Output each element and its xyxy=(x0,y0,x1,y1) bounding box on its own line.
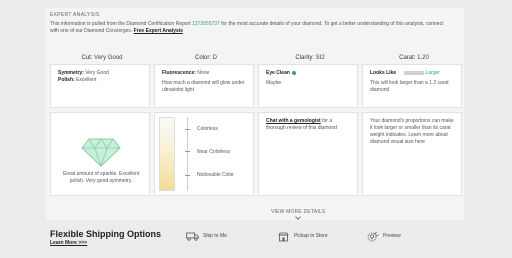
learn-more-link[interactable]: Learn More >>> xyxy=(50,240,87,246)
eye-clean-row: Eye Clean xyxy=(266,70,350,77)
cut-heading: Cut: Very Good xyxy=(50,55,154,61)
colorless-label: Colorless xyxy=(197,126,218,132)
cut-visual-caption: Great amount of sparkle. Excellent polis… xyxy=(62,171,140,184)
looks-like-description: This will look larger than a 1.2 carat d… xyxy=(370,80,449,93)
polish-label: Polish: xyxy=(58,77,75,83)
chevron-down-icon[interactable] xyxy=(295,214,301,220)
report-number-link[interactable]: 1373055737 xyxy=(192,21,220,27)
carat-details-card: Looks Like Larger This will look larger … xyxy=(362,64,462,108)
color-details-card: Fluorescence: None How much a diamond wi… xyxy=(154,64,254,108)
fluorescence-description: How much a diamond will glow under ultra… xyxy=(162,80,245,93)
polish-value: Excellent xyxy=(76,77,97,83)
info-icon[interactable] xyxy=(292,70,297,75)
carat-value: 1.20 xyxy=(417,55,429,61)
near-colorless-label: Near Colorless xyxy=(197,149,231,155)
looks-like-row: Looks Like Larger xyxy=(370,70,454,77)
free-expert-analysis-link[interactable]: Free Expert Analysis xyxy=(134,28,183,34)
section-title: EXPERT ANALYSIS xyxy=(50,12,100,18)
color-gradient-bar xyxy=(159,117,175,191)
clarity-details-card: Eye Clean Maybe. xyxy=(258,64,358,108)
color-label: Color: xyxy=(194,55,211,61)
eye-clean-value: Maybe. xyxy=(266,80,283,86)
clarity-heading: Clarity: SI2 xyxy=(258,55,362,61)
pickup-in-store-option[interactable]: Pickup in Store xyxy=(294,233,328,239)
looks-like-label: Looks Like xyxy=(370,70,397,76)
cut-value: Very Good xyxy=(94,55,123,61)
diamond-icon xyxy=(81,138,121,167)
color-value: D xyxy=(212,55,218,61)
carat-label: Carat: xyxy=(399,55,416,61)
cut-details-card: Symmetry: Very Good Polish: Excellent xyxy=(50,64,150,108)
ship-to-me-option[interactable]: Ship to Me xyxy=(203,233,227,239)
cut-visual-card: Great amount of sparkle. Excellent polis… xyxy=(50,112,150,196)
scale-tick xyxy=(185,175,190,176)
looks-like-range-bar xyxy=(404,70,425,75)
chat-text: Chat with a gemologist for a thorough re… xyxy=(266,118,350,132)
gemologist-chat-card: Chat with a gemologist for a thorough re… xyxy=(258,112,358,196)
symmetry-row: Symmetry: Very Good xyxy=(58,70,142,77)
scale-tick xyxy=(185,129,190,130)
scale-tick xyxy=(185,151,190,152)
preview-option[interactable]: Preview xyxy=(383,233,401,239)
truck-icon xyxy=(186,232,199,241)
store-icon xyxy=(278,232,289,242)
chat-gemologist-link[interactable]: Chat with a gemologist xyxy=(266,118,321,124)
carat-heading: Carat: 1.20 xyxy=(362,55,466,61)
carat-visual-card: Your diamond's proportions can make it l… xyxy=(362,112,462,196)
eye-clean-label: Eye Clean xyxy=(266,70,290,76)
cut-label: Cut: xyxy=(81,55,93,61)
fluorescence-value: None xyxy=(197,70,210,76)
polish-row: Polish: Excellent xyxy=(58,77,142,84)
expert-analysis-panel: EXPERT ANALYSIS This information is pull… xyxy=(46,8,464,220)
color-scale-card: Colorless Near Colorless Noticeable Colo… xyxy=(154,112,254,196)
noticeable-color-label: Noticeable Color xyxy=(197,172,234,178)
visual-size-description[interactable]: Your diamond's proportions can make it l… xyxy=(370,118,454,146)
fluorescence-row: Fluorescence: None xyxy=(162,70,246,77)
symmetry-label: Symmetry: xyxy=(58,70,84,76)
diamond-preview-icon xyxy=(367,232,379,242)
clarity-label: Clarity: xyxy=(295,55,314,61)
fluorescence-label: Fluorescence: xyxy=(162,70,196,76)
intro-text-part1: This information is pulled from the Diam… xyxy=(50,21,193,27)
color-heading: Color: D xyxy=(154,55,258,61)
looks-like-range-label: Larger xyxy=(425,70,440,76)
clarity-value: SI2 xyxy=(315,55,325,61)
symmetry-value: Very Good xyxy=(85,70,109,76)
intro-text: This information is pulled from the Diam… xyxy=(50,21,450,35)
shipping-title: Flexible Shipping Options xyxy=(50,229,162,239)
